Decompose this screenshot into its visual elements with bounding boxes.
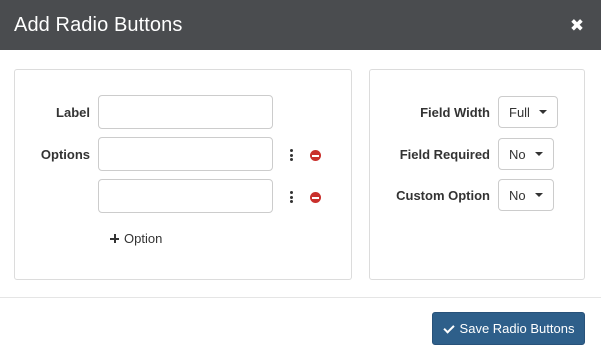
save-radio-buttons-button[interactable]: Save Radio Buttons — [432, 312, 585, 345]
plus-icon — [110, 234, 119, 243]
close-icon: ✖ — [569, 15, 585, 35]
check-icon — [443, 324, 454, 333]
field-width-value: Full — [509, 104, 530, 120]
field-width-label: Field Width — [420, 105, 490, 120]
field-options-panel: Field Width Full Field Required No Custo… — [369, 69, 585, 280]
field-required-select[interactable]: No — [498, 138, 554, 170]
caret-down-icon — [539, 110, 547, 114]
options-field-label: Options — [40, 147, 90, 162]
field-settings-panel: Label Options Option — [14, 69, 352, 280]
custom-option-value: No — [509, 187, 526, 203]
modal-header: Add Radio Buttons ✖ — [0, 0, 601, 50]
footer-divider — [0, 297, 601, 298]
label-input[interactable] — [98, 95, 273, 129]
field-required-label: Field Required — [399, 147, 490, 162]
option-input-1[interactable] — [98, 137, 273, 171]
caret-down-icon — [535, 152, 543, 156]
caret-down-icon — [535, 193, 543, 197]
label-field-label: Label — [56, 105, 90, 120]
save-button-label: Save Radio Buttons — [459, 321, 575, 336]
option-input-2[interactable] — [98, 179, 273, 213]
close-button[interactable]: ✖ — [567, 15, 587, 35]
field-width-select[interactable]: Full — [498, 96, 558, 128]
option-menu-icon[interactable] — [288, 191, 294, 203]
add-option-label: Option — [124, 231, 163, 246]
custom-option-select[interactable]: No — [498, 179, 554, 211]
add-option-button[interactable]: Option — [110, 231, 162, 246]
dialog-title: Add Radio Buttons — [14, 13, 183, 36]
field-required-value: No — [509, 146, 526, 162]
option-menu-icon[interactable] — [288, 149, 294, 161]
custom-option-label: Custom Option — [396, 188, 490, 203]
remove-option-icon[interactable] — [310, 192, 321, 203]
remove-option-icon[interactable] — [310, 150, 321, 161]
